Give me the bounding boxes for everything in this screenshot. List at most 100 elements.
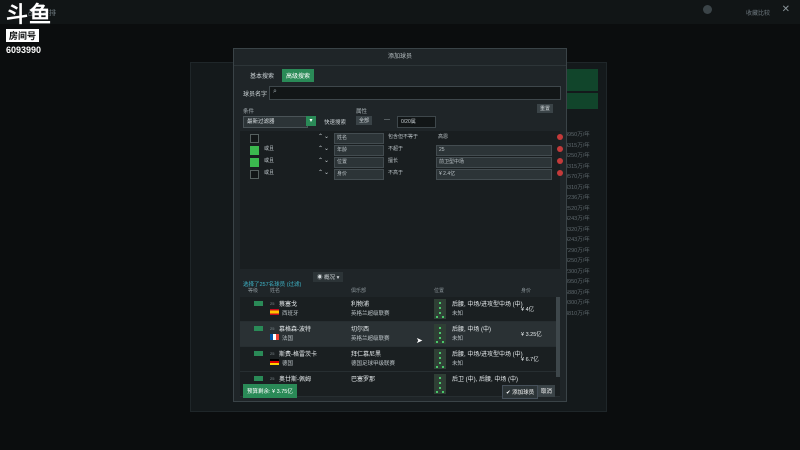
criteria-operator[interactable]: 不超于 bbox=[386, 145, 432, 154]
remove-criteria-icon[interactable] bbox=[557, 134, 563, 140]
top-bar: 战略安排 收藏比较 ✕ bbox=[0, 0, 800, 24]
attribute-label: 属性 bbox=[356, 109, 368, 115]
criteria-field[interactable]: 位置 bbox=[334, 157, 384, 168]
background-value-item: 4243万/年 bbox=[565, 237, 590, 243]
player-name[interactable]: 奥廿斯-佩姆 bbox=[279, 374, 311, 383]
selection-bar: 选择了257名球员 (过滤) ◉ 概况 ▾ bbox=[243, 272, 543, 288]
nation-flag-icon bbox=[270, 309, 279, 315]
logo-sub: 房间号 bbox=[6, 29, 40, 42]
filter-dropdown-button[interactable]: ▾ bbox=[306, 116, 316, 126]
player-league: 英格兰超级联赛 bbox=[351, 311, 390, 317]
remove-criteria-icon[interactable] bbox=[557, 170, 563, 176]
header-position[interactable]: 位置 bbox=[434, 287, 444, 294]
player-positions: 后腰, 中场/进攻型中场 (中) bbox=[452, 352, 523, 358]
player-positions: 后卫 (中), 后腰, 中场 (中) bbox=[452, 377, 518, 383]
criteria-group[interactable] bbox=[286, 145, 302, 154]
criteria-operator[interactable]: 包含但不等于 bbox=[386, 133, 432, 142]
help-icon[interactable] bbox=[703, 5, 712, 14]
filter-select[interactable]: 最新过滤器 bbox=[243, 116, 308, 128]
player-league: 德国足球甲级联赛 bbox=[351, 361, 396, 367]
player-positions: 后腰, 中场 (中) bbox=[452, 327, 491, 333]
background-green-card-2 bbox=[565, 93, 598, 109]
criteria-group[interactable] bbox=[286, 169, 302, 178]
player-row[interactable]: 25 慕格森-波特 法国 切尔西 英格兰超级联赛 后腰, 中场 (中) 未知 ¥ 3.25亿 bbox=[240, 322, 560, 347]
budget-button[interactable]: 预算剩余: ¥ 3.75亿 bbox=[243, 384, 297, 398]
header-level[interactable]: 等级 bbox=[248, 287, 258, 294]
player-nationality: 西班牙 bbox=[282, 311, 299, 317]
criteria-checkbox[interactable] bbox=[250, 158, 259, 167]
criteria-logic[interactable]: 或且 bbox=[262, 145, 286, 154]
background-value-item: 4315万/年 bbox=[565, 142, 590, 149]
player-name[interactable]: 斯费-格雷茨卡 bbox=[279, 349, 317, 358]
player-positions-note: 未知 bbox=[452, 336, 464, 342]
background-value-list: 4950万/年 4315万/年 3250万/年 3315万/年 9570万/年 3310万… bbox=[565, 130, 603, 319]
criteria-operator[interactable]: 擅长 bbox=[386, 157, 432, 166]
background-value-item: 4950万/年 bbox=[565, 132, 590, 138]
player-name[interactable]: 慕格森-波特 bbox=[279, 324, 311, 333]
player-status-badge bbox=[254, 326, 263, 331]
player-club[interactable]: 利物浦 bbox=[351, 299, 369, 308]
criteria-checkbox[interactable] bbox=[250, 146, 259, 155]
player-club[interactable]: 切尔西 bbox=[351, 324, 369, 333]
criteria-move-arrows[interactable]: ⌃⌄ bbox=[318, 133, 330, 140]
criteria-logic[interactable]: 或且 bbox=[262, 157, 286, 166]
remove-criteria-icon[interactable] bbox=[557, 158, 563, 164]
close-icon[interactable]: ✕ bbox=[782, 4, 790, 15]
criteria-group[interactable] bbox=[286, 157, 302, 166]
player-league: 英格兰超级联赛 bbox=[351, 336, 390, 342]
criteria-value[interactable]: ¥ 2.4亿 bbox=[436, 169, 552, 180]
criteria-checkbox[interactable] bbox=[250, 134, 259, 143]
player-positions-note: 未知 bbox=[452, 361, 464, 367]
player-name[interactable]: 蔡塞戈 bbox=[279, 299, 297, 308]
quick-search-label[interactable]: 快速搜索 bbox=[324, 118, 346, 126]
player-status-badge bbox=[254, 376, 263, 381]
player-status-badge bbox=[254, 351, 263, 356]
criteria-move-arrows[interactable]: ⌃⌄ bbox=[318, 169, 330, 176]
player-row[interactable]: 25 蔡塞戈 西班牙 利物浦 英格兰超级联赛 后腰, 中场/进攻型中场 (中) 未知 ¥ 4亿 bbox=[240, 297, 560, 322]
dialog-title: 添加球员 bbox=[234, 49, 566, 66]
criteria-operator[interactable]: 不高于 bbox=[386, 169, 432, 178]
criteria-logic[interactable]: 或且 bbox=[262, 169, 286, 178]
criteria-logic[interactable] bbox=[262, 133, 286, 142]
player-row[interactable]: 25 斯费-格雷茨卡 德国 拜仁慕尼黑 德国足球甲级联赛 后腰, 中场/进攻型中场 (中)… bbox=[240, 347, 560, 372]
player-list-scrollbar[interactable] bbox=[556, 297, 560, 377]
nation-flag-icon bbox=[270, 359, 279, 365]
player-club[interactable]: 拜仁慕尼黑 bbox=[351, 349, 381, 358]
background-value-item: 2236万/年 bbox=[565, 195, 590, 201]
nation-flag-icon bbox=[270, 334, 279, 340]
add-player-dialog: 添加球员 基本搜索 高级搜索 球员名字 ⌕ 条件 属性 重置 最新过滤器 ▾ 快… bbox=[233, 48, 567, 402]
header-club[interactable]: 俱乐部 bbox=[351, 287, 366, 294]
player-name-input[interactable]: ⌕ bbox=[269, 86, 561, 100]
player-value: ¥ 4亿 bbox=[521, 307, 535, 313]
player-name-label: 球员名字 bbox=[243, 92, 268, 98]
background-value-item: 7290万/年 bbox=[565, 247, 590, 254]
mouse-cursor-icon: ➤ bbox=[416, 336, 423, 345]
tab-basic-search[interactable]: 基本搜索 bbox=[246, 69, 278, 82]
cancel-button[interactable]: 取消 bbox=[538, 385, 556, 397]
criteria-value[interactable]: 前卫型中场 bbox=[436, 157, 552, 168]
remove-criteria-icon[interactable] bbox=[557, 146, 563, 152]
criteria-field[interactable]: 年龄 bbox=[334, 145, 384, 156]
background-value-item: 9570万/年 bbox=[565, 174, 590, 180]
criteria-move-arrows[interactable]: ⌃⌄ bbox=[318, 145, 330, 152]
criteria-value[interactable]: 25 bbox=[436, 145, 552, 156]
criteria-move-arrows[interactable]: ⌃⌄ bbox=[318, 157, 330, 164]
condition-label: 条件 bbox=[243, 109, 255, 115]
search-icon: ⌕ bbox=[273, 88, 277, 95]
background-right-text[interactable]: 收藏比较 bbox=[746, 8, 770, 17]
view-select[interactable]: ◉ 概况 ▾ bbox=[313, 272, 344, 282]
player-club[interactable]: 巴塞罗那 bbox=[351, 374, 375, 383]
criteria-group[interactable] bbox=[286, 133, 302, 142]
confirm-add-button[interactable]: ✔ 添加球员 bbox=[502, 385, 539, 399]
criteria-field[interactable]: 身价 bbox=[334, 169, 384, 180]
attribute-toggle[interactable]: 全部 bbox=[356, 116, 373, 125]
attribute-range-select[interactable]: 0/20属 bbox=[397, 116, 436, 128]
criteria-checkbox[interactable] bbox=[250, 170, 259, 179]
criteria-field[interactable]: 姓名 bbox=[334, 133, 384, 144]
header-value[interactable]: 身价 bbox=[521, 287, 531, 294]
background-value-item: 3250万/年 bbox=[565, 153, 590, 159]
header-name[interactable]: 姓名 bbox=[270, 287, 280, 294]
reset-button[interactable]: 重置 bbox=[537, 104, 554, 113]
tab-advanced-search[interactable]: 高级搜索 bbox=[282, 69, 315, 82]
criteria-value[interactable]: 高恩 bbox=[436, 133, 550, 142]
